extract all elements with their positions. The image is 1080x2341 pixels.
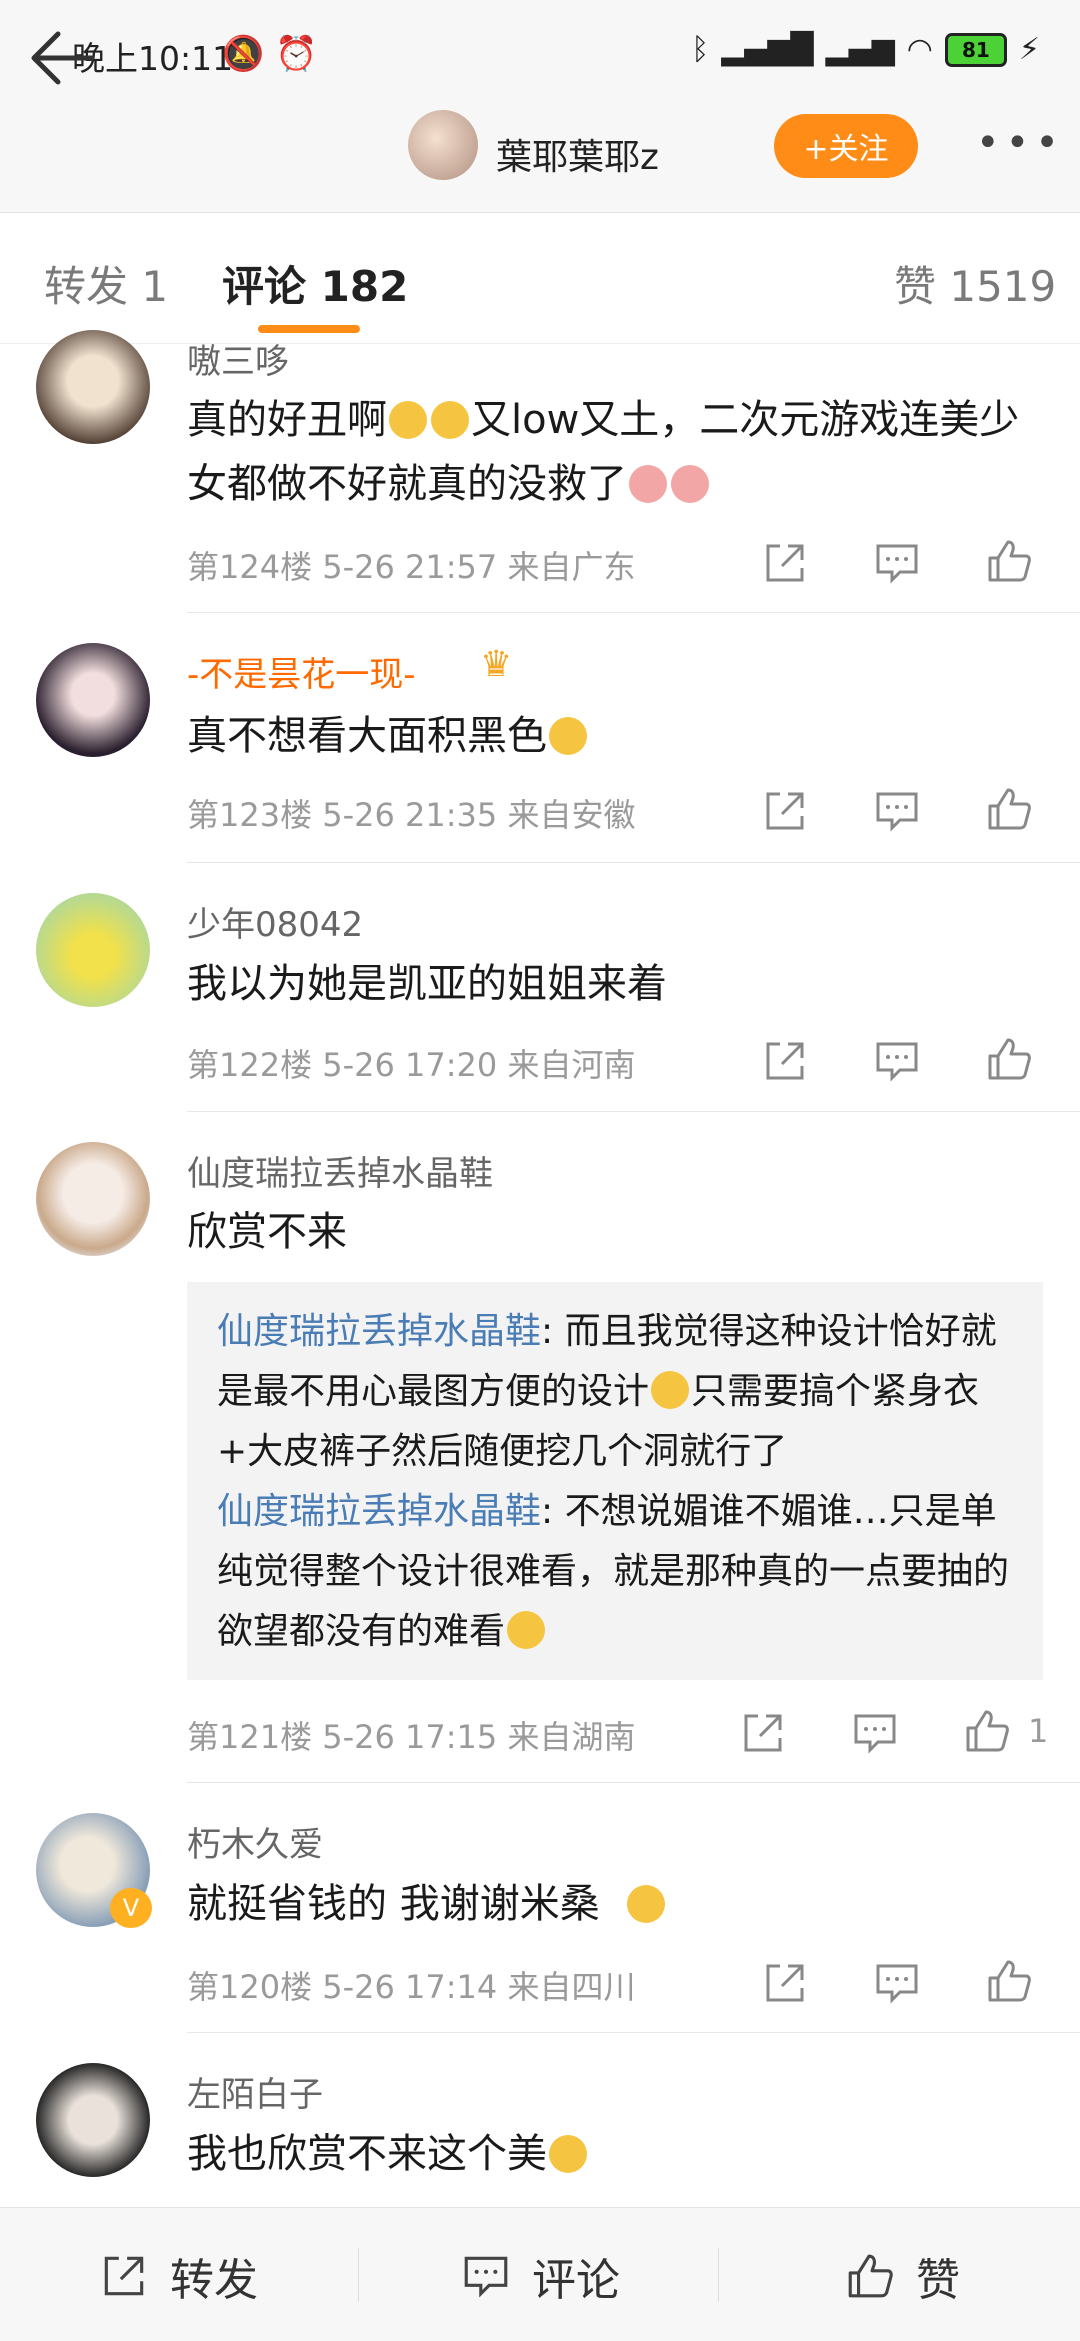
comment-meta: 第121楼 5-26 17:15 来自湖南 <box>187 1718 636 1756</box>
shiba-emoji-icon <box>549 2135 587 2173</box>
reply-username[interactable]: 仙度瑞拉丢掉水晶鞋 <box>217 1311 541 1352</box>
share-icon[interactable] <box>738 1708 788 1758</box>
like-icon[interactable] <box>962 1706 1012 1756</box>
avatar[interactable] <box>36 643 150 757</box>
divider <box>187 862 1080 863</box>
divider <box>187 1111 1080 1112</box>
comment-username[interactable]: 嗷三哆 <box>187 334 289 383</box>
reply-preview-box[interactable]: 仙度瑞拉丢掉水晶鞋: 而且我觉得这种设计恰好就是最不用心最图方便的设计 只需要搞个… <box>187 1282 1043 1680</box>
like-icon[interactable] <box>984 1034 1034 1084</box>
shiba-emoji-icon <box>389 401 427 439</box>
shiba-emoji-icon <box>431 401 469 439</box>
verified-badge-icon: V <box>110 1888 152 1928</box>
comment-button[interactable]: 评论 <box>460 2244 620 2308</box>
bottom-action-bar: 转发 评论 赞 <box>0 2207 1080 2341</box>
repost-label: 转发 <box>170 2255 258 2306</box>
comment-meta: 第120楼 5-26 17:14 来自四川 <box>187 1968 636 2006</box>
signal-icon: ▂▄▆█ <box>721 32 814 67</box>
signal-roaming-icon: ▂▄▆ <box>825 32 895 67</box>
comment-username[interactable]: 朽木久爱 <box>187 1817 323 1866</box>
tab-active-indicator <box>258 325 360 333</box>
comment-label: 评论 <box>532 2255 620 2306</box>
battery-icon: 81 <box>944 32 1007 67</box>
crying-emoji-icon <box>671 465 709 503</box>
comment-icon[interactable] <box>872 538 922 588</box>
share-icon[interactable] <box>760 538 810 588</box>
divider <box>718 2248 719 2302</box>
reply-username[interactable]: 仙度瑞拉丢掉水晶鞋 <box>217 1491 541 1532</box>
comment-icon[interactable] <box>850 1708 900 1758</box>
comment-text: 就挺省钱的 我谢谢米桑 <box>187 1872 1032 1936</box>
comment-meta: 第124楼 5-26 21:57 来自广东 <box>187 548 636 586</box>
crying-emoji-icon <box>629 465 667 503</box>
tab-bar: 转发 1 评论 182 赞 1519 <box>0 213 1080 344</box>
comment-icon[interactable] <box>872 1036 922 1086</box>
follow-button[interactable]: +关注 <box>774 114 918 178</box>
divider <box>187 612 1080 613</box>
divider <box>358 2248 359 2302</box>
like-icon[interactable] <box>984 784 1034 834</box>
comment-text: 我以为她是凯亚的姐姐来着 <box>187 961 667 1007</box>
charging-icon: ⚡ <box>1018 32 1040 67</box>
like-count: 1 <box>1028 1712 1049 1750</box>
comment-username[interactable]: 仙度瑞拉丢掉水晶鞋 <box>187 1146 493 1195</box>
header-avatar[interactable] <box>408 110 478 180</box>
comment-username[interactable]: -不是昙花一现- <box>187 647 416 696</box>
tab-comments[interactable]: 评论 182 <box>222 253 408 314</box>
crying-emoji-icon <box>627 1885 666 1923</box>
reply-item: 仙度瑞拉丢掉水晶鞋: 不想说媚谁不媚谁…只是单纯觉得整个设计很难看，就是那种真的… <box>217 1482 1013 1662</box>
comment-meta: 第123楼 5-26 21:35 来自安徽 <box>187 796 636 834</box>
comment-text: 真不想看大面积黑色 <box>187 704 1032 768</box>
share-icon[interactable] <box>760 786 810 836</box>
share-icon <box>104 2256 144 2296</box>
comment-icon[interactable] <box>872 1958 922 2008</box>
comment-meta: 第122楼 5-26 17:20 来自河南 <box>187 1046 636 1084</box>
comment-username[interactable]: 左陌白子 <box>187 2067 323 2116</box>
repost-button[interactable]: 转发 <box>98 2244 258 2308</box>
avatar[interactable] <box>36 2063 150 2177</box>
more-options-icon[interactable]: ••• <box>976 120 1059 170</box>
comment-text-part: 真的好丑啊 <box>187 397 387 443</box>
comment-icon[interactable] <box>872 786 922 836</box>
header-username[interactable]: 葉耶葉耶z <box>496 128 659 180</box>
avatar[interactable] <box>36 893 150 1007</box>
tab-repost[interactable]: 转发 1 <box>44 253 168 314</box>
comment-text: 真的好丑啊 又low又土，二次元游戏连美少女都做不好就真的没救了 <box>187 388 1032 516</box>
comment-text-part: 就挺省钱的 我谢谢米桑 <box>187 1881 600 1927</box>
like-icon[interactable] <box>984 536 1034 586</box>
like-label: 赞 <box>916 2255 960 2306</box>
avatar[interactable] <box>36 1142 150 1256</box>
share-icon[interactable] <box>760 1036 810 1086</box>
divider <box>187 2032 1080 2033</box>
tab-likes[interactable]: 赞 1519 <box>894 253 1056 314</box>
like-icon[interactable] <box>984 1956 1034 2006</box>
like-button[interactable]: 赞 <box>844 2244 960 2308</box>
share-icon[interactable] <box>760 1958 810 2008</box>
status-notification-icons: 🔕 ⏰ <box>222 34 318 74</box>
comment-text: 欣赏不来 <box>187 1209 347 1255</box>
status-right-icons: ᛒ ▂▄▆█ ▂▄▆ ◠ 81 ⚡ <box>691 32 1040 67</box>
laugh-cry-emoji-icon <box>507 1611 546 1649</box>
laugh-cry-emoji-icon <box>651 1371 690 1409</box>
like-icon <box>848 2254 893 2298</box>
back-arrow-icon[interactable] <box>26 18 106 98</box>
wifi-icon: ◠ <box>906 32 933 67</box>
comment-icon <box>464 2256 508 2298</box>
status-bar: 晚上10:11 🔕 ⏰ ᛒ ▂▄▆█ ▂▄▆ ◠ 81 ⚡ <box>0 0 1080 100</box>
comment-text: 我也欣赏不来这个美 <box>187 2122 1032 2186</box>
comment-text-part: 真不想看大面积黑色 <box>187 713 547 759</box>
bluetooth-icon: ᛒ <box>691 32 710 67</box>
comment-text-part: 我也欣赏不来这个美 <box>187 2131 547 2177</box>
avatar[interactable] <box>36 330 150 444</box>
dizzy-emoji-icon <box>549 717 587 755</box>
divider <box>187 1782 1080 1783</box>
vip-crown-icon: ♛ <box>480 644 513 685</box>
comment-username[interactable]: 少年08042 <box>187 897 363 946</box>
reply-item: 仙度瑞拉丢掉水晶鞋: 而且我觉得这种设计恰好就是最不用心最图方便的设计 只需要搞个… <box>217 1302 1013 1482</box>
